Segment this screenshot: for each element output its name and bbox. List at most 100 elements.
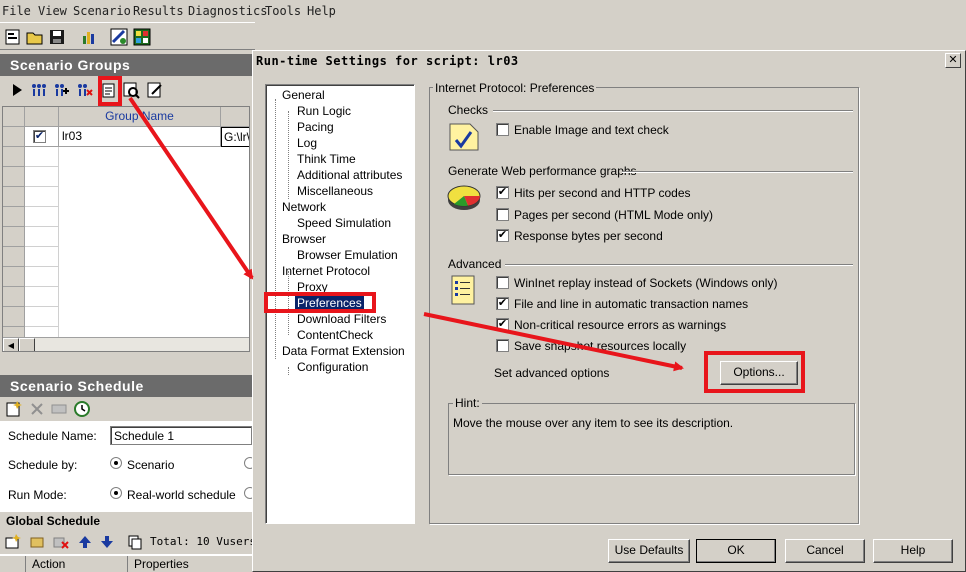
schedule-by-scenario-radio[interactable] (110, 457, 122, 469)
move-down-icon[interactable] (98, 533, 116, 551)
advanced-section-title: Advanced (448, 257, 502, 271)
add-vusers-icon[interactable] (53, 81, 71, 99)
pages-per-second-checkbox[interactable] (496, 208, 509, 221)
tree-item-download-filters[interactable]: Download Filters (297, 312, 386, 326)
group-enabled-checkbox[interactable]: ✔ (33, 130, 46, 143)
runtime-settings-highlight (98, 76, 122, 106)
grid-header-group-name[interactable]: Group Name (59, 107, 221, 127)
menu-tools[interactable]: Tools (265, 4, 301, 18)
add-action-icon[interactable] (4, 533, 22, 551)
non-critical-errors-label: Non-critical resource errors as warnings (514, 318, 727, 332)
save-snapshot-checkbox[interactable] (496, 339, 509, 352)
tree-item-pacing[interactable]: Pacing (297, 120, 334, 134)
tools-icon[interactable] (110, 28, 128, 46)
new-scenario-icon[interactable] (4, 28, 22, 46)
cancel-button[interactable]: Cancel (785, 539, 865, 563)
response-bytes-checkbox[interactable]: ✔ (496, 229, 509, 242)
tree-item-browser-emulation[interactable]: Browser Emulation (297, 248, 398, 262)
play-icon[interactable] (8, 81, 26, 99)
tree-connector (288, 367, 289, 375)
run-mode-realworld-label: Real-world schedule (127, 488, 236, 502)
delete-action-icon[interactable] (52, 533, 70, 551)
actions-header-corner (0, 556, 26, 572)
help-button[interactable]: Help (873, 539, 953, 563)
save-icon[interactable] (48, 28, 66, 46)
pages-per-second-label: Pages per second (HTML Mode only) (514, 208, 713, 222)
menu-file[interactable]: File (2, 4, 31, 18)
non-critical-errors-checkbox[interactable]: ✔ (496, 318, 509, 331)
graphs-icon[interactable] (133, 28, 151, 46)
menu-diagnostics[interactable]: Diagnostics (188, 4, 267, 18)
dialog-title-bar[interactable]: Run-time Settings for script: lr03 ✕ (253, 51, 965, 71)
column-header-action[interactable]: Action (26, 556, 128, 572)
advanced-icon (451, 275, 475, 305)
response-bytes-label: Response bytes per second (514, 229, 663, 243)
move-up-icon[interactable] (76, 533, 94, 551)
ok-button[interactable]: OK (696, 539, 776, 563)
open-folder-icon[interactable] (26, 28, 44, 46)
file-line-transaction-checkbox[interactable]: ✔ (496, 297, 509, 310)
remove-vusers-icon[interactable] (76, 81, 94, 99)
tree-item-log[interactable]: Log (297, 136, 317, 150)
tree-item-run-logic[interactable]: Run Logic (297, 104, 351, 118)
hits-per-second-label: Hits per second and HTTP codes (514, 186, 691, 200)
tree-item-internet-protocol[interactable]: Internet Protocol (282, 264, 370, 278)
close-icon[interactable]: ✕ (945, 53, 961, 68)
horizontal-scrollbar[interactable]: ◀ (3, 337, 249, 351)
menu-results[interactable]: Results (133, 4, 184, 18)
hits-per-second-checkbox[interactable]: ✔ (496, 186, 509, 199)
row-header[interactable] (3, 127, 25, 147)
analysis-icon[interactable] (80, 28, 98, 46)
grid-corner (3, 107, 25, 127)
tree-item-configuration[interactable]: Configuration (297, 360, 368, 374)
delete-schedule-icon[interactable] (28, 400, 46, 418)
table-row-check-cell[interactable]: ✔ (25, 127, 59, 147)
scenario-schedule-title: Scenario Schedule (0, 375, 252, 397)
tree-item-data-format-extension[interactable]: Data Format Extension (282, 344, 405, 358)
menu-scenario[interactable]: Scenario (73, 4, 131, 18)
copy-action-icon[interactable] (126, 533, 144, 551)
tree-connector (275, 99, 276, 359)
scroll-left-icon[interactable]: ◀ (3, 338, 19, 351)
details-icon[interactable] (122, 81, 140, 99)
use-defaults-button[interactable]: Use Defaults (608, 539, 690, 563)
advanced-divider (505, 264, 853, 266)
empty-rows (25, 147, 59, 339)
tree-item-browser[interactable]: Browser (282, 232, 326, 246)
tree-connector (288, 111, 289, 199)
new-schedule-icon[interactable] (5, 400, 23, 418)
menu-view[interactable]: View (38, 4, 67, 18)
tree-item-additional-attributes[interactable]: Additional attributes (297, 168, 402, 182)
tree-item-think-time[interactable]: Think Time (297, 152, 356, 166)
enable-image-text-check-checkbox[interactable] (496, 123, 509, 136)
column-header-properties[interactable]: Properties (128, 556, 252, 572)
tree-item-contentcheck[interactable]: ContentCheck (297, 328, 373, 342)
tree-item-speed-simulation[interactable]: Speed Simulation (297, 216, 391, 230)
menu-help[interactable]: Help (307, 4, 336, 18)
schedule-name-label: Schedule Name: (8, 429, 97, 443)
wininet-replay-checkbox[interactable] (496, 276, 509, 289)
schedule-by-scenario-label: Scenario (127, 458, 175, 472)
perf-graphs-icon (447, 185, 481, 210)
hint-title: Hint: (453, 396, 482, 410)
tree-item-miscellaneous[interactable]: Miscellaneous (297, 184, 373, 198)
options-highlight (704, 351, 805, 393)
dialog-title: Run-time Settings for script: lr03 (256, 54, 519, 68)
tree-item-general[interactable]: General (282, 88, 325, 102)
schedule-name-select[interactable]: Schedule 1 (110, 426, 252, 445)
edit-script-icon[interactable] (146, 81, 164, 99)
menu-bar: File View Scenario Results Diagnostics T… (0, 0, 966, 22)
actions-table-header: Action Properties (0, 556, 252, 572)
run-mode-realworld-radio[interactable] (110, 487, 122, 499)
tree-item-network[interactable]: Network (282, 200, 326, 214)
global-schedule-title: Global Schedule (0, 512, 252, 530)
edit-action-icon[interactable] (28, 533, 46, 551)
scenario-groups-title: Scenario Groups (0, 54, 252, 76)
rename-schedule-icon[interactable] (50, 400, 68, 418)
schedule-clock-icon[interactable] (73, 400, 91, 418)
table-row-group-name[interactable]: lr03 (59, 127, 221, 147)
vusers-icon[interactable] (30, 81, 48, 99)
table-row-path[interactable]: G:\lr\ (221, 127, 249, 147)
total-vusers-label: Total: 10 Vusers (150, 535, 256, 548)
scroll-thumb[interactable] (19, 338, 35, 351)
